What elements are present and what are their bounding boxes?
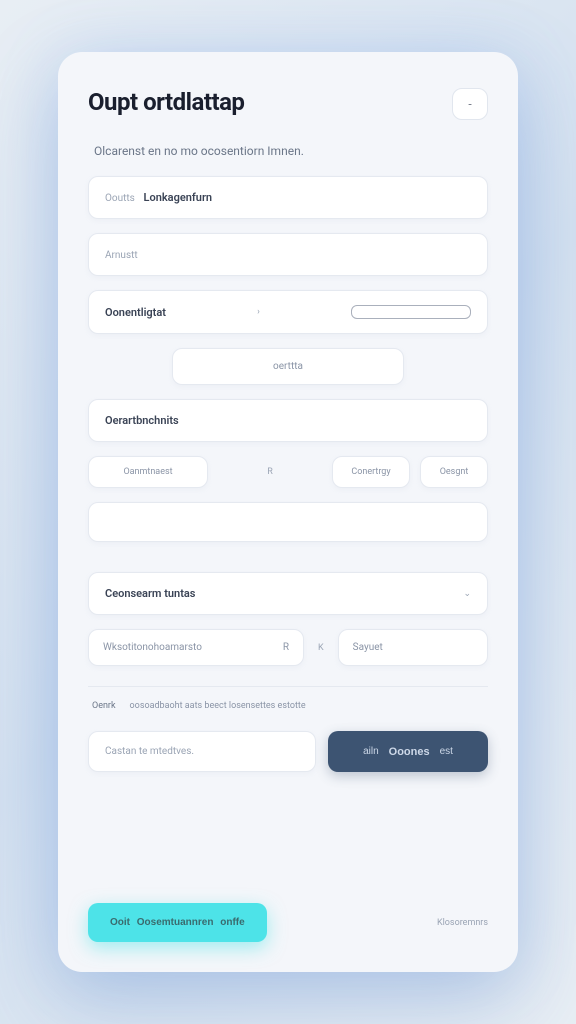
field-5-label: Oerartbnchnits (105, 414, 179, 427)
field-1-prefix: Ooutts (105, 193, 135, 204)
field-1[interactable]: Ooutts Lonkagenfurn (88, 176, 488, 219)
pill-separator: R (218, 456, 322, 488)
primary-left: ailn (363, 746, 379, 757)
pill-1[interactable]: Oanmtnaest (88, 456, 208, 488)
primary-main: Ooones (389, 746, 430, 758)
split-left-text: Wksotitonohoamarsto (103, 642, 202, 653)
chevron-down-icon: ⌄ (463, 589, 471, 599)
action-row: Castan te mtedtves. ailn Ooones est (88, 731, 488, 772)
split-left-field[interactable]: Wksotitonohoamarsto R (88, 629, 304, 666)
field-5[interactable]: Oerartbnchnits (88, 399, 488, 442)
field-2[interactable]: Arnustt (88, 233, 488, 276)
note-text: oosoadbaoht aats beect losensettes estot… (130, 701, 306, 711)
split-right-text: Sayuet (353, 642, 383, 653)
primary-button[interactable]: ailn Ooones est (328, 731, 488, 772)
accent-main: Oosemtuannren (137, 917, 214, 928)
form-card: Oupt ortdlattap - Olcarenst en no mo oco… (58, 52, 518, 972)
note-label: Oenrk (92, 701, 116, 711)
note-row: Oenrk oosoadbaoht aats beect losensettes… (88, 701, 488, 711)
dropdown-label: Ceonsearm tuntas (105, 587, 195, 600)
field-2-placeholder: Arnustt (105, 250, 138, 261)
accent-suffix: onffe (220, 917, 244, 928)
subtitle: Olcarenst en no mo ocosentiorn Imnen. (88, 144, 488, 158)
minus-icon: - (468, 97, 471, 111)
dropdown-field[interactable]: Ceonsearm tuntas ⌄ (88, 572, 488, 615)
pill-3[interactable]: Oesgnt (420, 456, 488, 488)
split-left-suffix: R (283, 642, 289, 653)
field-3-input[interactable] (351, 305, 471, 319)
field-blank[interactable] (88, 502, 488, 542)
split-mid: K (316, 643, 326, 653)
field-1-value: Lonkagenfurn (144, 191, 213, 204)
pill-2[interactable]: Conertrgy (332, 456, 410, 488)
page-title: Oupt ortdlattap (88, 88, 244, 116)
accent-button[interactable]: Ooit Oosemtuannren onffe (88, 903, 267, 942)
split-row: Wksotitonohoamarsto R K Sayuet (88, 629, 488, 666)
action-input[interactable]: Castan te mtedtves. (88, 731, 316, 772)
field-3-label: Oonentligtat (105, 306, 166, 319)
field-3[interactable]: Oonentligtat › (88, 290, 488, 334)
footer-link[interactable]: Klosoremnrs (437, 918, 488, 928)
close-button[interactable]: - (452, 88, 488, 120)
header: Oupt ortdlattap - (88, 88, 488, 120)
pill-row: Oanmtnaest R Conertrgy Oesgnt (88, 456, 488, 488)
divider (88, 686, 488, 687)
split-right-field[interactable]: Sayuet (338, 629, 488, 666)
accent-prefix: Ooit (110, 917, 130, 928)
field-4-label: oerttta (273, 361, 303, 372)
field-4[interactable]: oerttta (172, 348, 404, 385)
primary-right: est (440, 746, 453, 757)
footer-row: Ooit Oosemtuannren onffe Klosoremnrs (88, 903, 488, 942)
